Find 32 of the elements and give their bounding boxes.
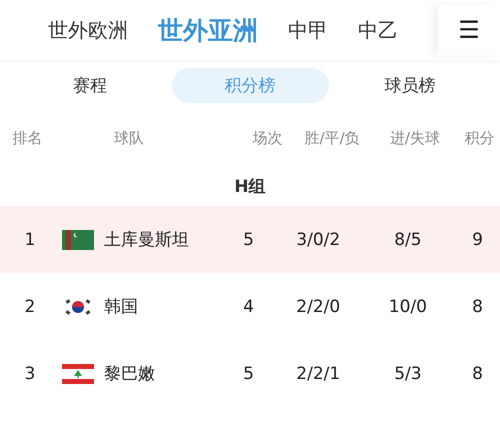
table-cell-text: 5: [242, 364, 255, 384]
nav-tab[interactable]: 中甲: [288, 16, 328, 44]
column-header: 球队: [112, 128, 145, 148]
column-header: 排名: [12, 128, 44, 148]
rank-cell-text: 3: [23, 364, 36, 384]
table-cell-text: 8: [471, 364, 484, 384]
nav-tab[interactable]: 中乙: [358, 16, 398, 44]
team-name: 韩国: [104, 296, 138, 318]
flag-icon: [62, 230, 94, 250]
table-cell-text: 8: [471, 296, 484, 316]
nav-tab[interactable]: 世外欧洲: [48, 16, 128, 44]
column-header: 胜/平/负: [304, 128, 361, 148]
column-header: 进/失球: [388, 128, 441, 148]
team-name: 黎巴嫩: [104, 363, 155, 385]
flag-icon: [62, 364, 94, 384]
table-cell-text: 5: [242, 230, 255, 250]
table-cell-text: 8/5: [393, 230, 423, 250]
column-header: 积分: [463, 128, 496, 148]
rank-cell-text: 1: [23, 230, 36, 250]
table-cell-text: 4: [242, 296, 255, 316]
tab[interactable]: 赛程: [12, 68, 168, 102]
group-label: H组: [234, 176, 266, 198]
table-cell-text: 5/3: [393, 364, 423, 384]
column-header: 场次: [252, 128, 284, 148]
table-cell-text: 3/0/2: [295, 230, 342, 250]
table-cell-text: 9: [471, 230, 484, 250]
rank-cell-text: 2: [23, 296, 36, 316]
table-cell-text: 2/2/1: [295, 364, 342, 384]
team-name: 土库曼斯坦: [104, 229, 189, 251]
table-cell-text: 10/0: [388, 296, 428, 316]
tab[interactable]: 球员榜: [332, 68, 488, 102]
table-cell-text: 2/2/0: [295, 296, 342, 316]
